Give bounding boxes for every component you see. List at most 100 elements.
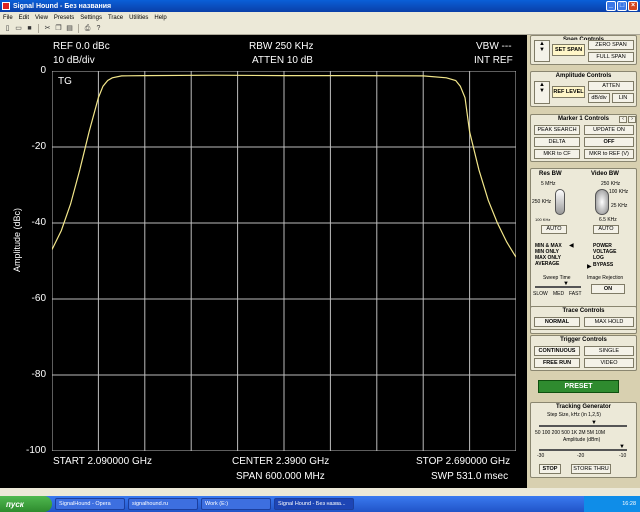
amplitude-controls-group: Amplitude Controls ▲ ▼ REF LEVEL ATTEN dB… bbox=[530, 71, 637, 107]
res-bw-knob[interactable] bbox=[555, 189, 565, 215]
atten-button[interactable]: ATTEN bbox=[588, 81, 634, 91]
marker-prev-button[interactable]: ‹ bbox=[619, 116, 627, 123]
start-button[interactable]: пуск bbox=[0, 496, 52, 512]
menu-presets[interactable]: Presets bbox=[54, 15, 74, 21]
menu-view[interactable]: View bbox=[35, 15, 48, 21]
trigger-free-run-button[interactable]: FREE RUN bbox=[534, 358, 580, 368]
y-axis-title: Amplitude (dBc) bbox=[12, 207, 22, 273]
copy-icon[interactable]: ❐ bbox=[54, 24, 63, 33]
help-icon[interactable]: ? bbox=[94, 24, 103, 33]
res-bw-auto-button[interactable]: AUTO bbox=[541, 225, 567, 234]
video-bw-knob[interactable] bbox=[595, 189, 609, 215]
vbw-readout: VBW --- bbox=[476, 41, 512, 52]
atten-readout: ATTEN 10 dB bbox=[252, 55, 313, 66]
detector-selected-arrow-icon: ◀ bbox=[569, 243, 574, 249]
res-bw-title: Res BW bbox=[539, 171, 562, 177]
y-tick-label: -100 bbox=[25, 445, 46, 456]
mkr-to-ref-button[interactable]: MKR to REF (V) bbox=[584, 149, 634, 159]
taskbar: пуск SignalHound - Opera signalhound.ru … bbox=[0, 496, 640, 512]
full-span-button[interactable]: FULL SPAN bbox=[588, 52, 634, 62]
marker-controls-group: Marker 1 Controls ‹ › PEAK SEARCH UPDATE… bbox=[530, 114, 637, 162]
minimize-button[interactable]: _ bbox=[606, 1, 616, 11]
step-size-slider[interactable] bbox=[539, 425, 627, 427]
tg-amplitude-slider[interactable] bbox=[539, 449, 627, 451]
marker-off-button[interactable]: OFF bbox=[584, 137, 634, 147]
start-freq-readout: START 2.090000 GHz bbox=[53, 456, 152, 467]
tg-stop-button[interactable]: STOP bbox=[539, 464, 561, 474]
db-div-button[interactable]: dB/div bbox=[588, 93, 610, 103]
cut-icon[interactable]: ✂ bbox=[43, 24, 52, 33]
trigger-video-button[interactable]: VIDEO bbox=[584, 358, 634, 368]
y-tick-label: -60 bbox=[31, 293, 46, 304]
amplitude-arrow-buttons[interactable]: ▲ ▼ bbox=[534, 81, 550, 104]
maximize-button[interactable]: □ bbox=[617, 1, 627, 11]
y-tick-label: -80 bbox=[31, 369, 46, 380]
amp-tick-mid: -20 bbox=[577, 453, 585, 459]
menu-help[interactable]: Help bbox=[154, 15, 166, 21]
video-bw-top-label: 250 KHz bbox=[601, 181, 621, 187]
span-arrow-buttons[interactable]: ▲ ▼ bbox=[534, 40, 550, 62]
marker-next-button[interactable]: › bbox=[628, 116, 636, 123]
task-work-folder[interactable]: Work (E:) bbox=[201, 498, 271, 510]
window-buttons: _ □ × bbox=[606, 1, 638, 11]
tg-amplitude-thumb-icon[interactable]: ▼ bbox=[619, 444, 625, 450]
toolbar-separator bbox=[78, 24, 79, 33]
menu-utilities[interactable]: Utilities bbox=[129, 15, 148, 21]
store-thru-button[interactable]: STORE THRU bbox=[571, 464, 611, 474]
menu-trace[interactable]: Trace bbox=[108, 15, 123, 21]
save-icon[interactable]: ■ bbox=[25, 24, 34, 33]
zero-span-button[interactable]: ZERO SPAN bbox=[588, 40, 634, 50]
spectrum-display: REF 0.0 dBc 10 dB/div RBW 250 KHz ATTEN … bbox=[0, 35, 527, 488]
menu-edit[interactable]: Edit bbox=[19, 15, 29, 21]
task-signal-hound[interactable]: Signal Hound - Без назва... bbox=[274, 498, 354, 510]
ref-source-readout: INT REF bbox=[474, 55, 513, 66]
sweep-time-thumb-icon[interactable]: ▼ bbox=[563, 281, 569, 287]
video-bw-mid2-label: 25 KHz bbox=[611, 203, 628, 209]
delta-button[interactable]: DELTA bbox=[534, 137, 580, 147]
stop-freq-readout: STOP 2.690000 GHz bbox=[416, 456, 511, 467]
trigger-controls-group: Trigger Controls CONTINUOUS SINGLE FREE … bbox=[530, 335, 637, 371]
system-tray: 16:28 bbox=[584, 496, 640, 512]
lin-button[interactable]: LIN bbox=[612, 93, 634, 103]
rbw-readout: RBW 250 KHz bbox=[249, 41, 314, 52]
ref-level-button[interactable]: REF LEVEL bbox=[552, 86, 585, 98]
task-signalhound-ru[interactable]: signalhound.ru bbox=[128, 498, 198, 510]
sweep-time-slider[interactable] bbox=[535, 286, 581, 288]
span-controls-group: Span Controls ▲ ▼ SET SPAN ZERO SPAN FULL… bbox=[530, 35, 637, 65]
open-folder-icon[interactable]: ▭ bbox=[14, 24, 23, 33]
image-rejection-on-button[interactable]: ON bbox=[591, 284, 625, 294]
close-button[interactable]: × bbox=[628, 1, 638, 11]
sweep-slow-label: SLOW bbox=[533, 291, 548, 297]
detector-average[interactable]: AVERAGE bbox=[535, 261, 559, 267]
menu-file[interactable]: File bbox=[3, 15, 13, 21]
preset-button[interactable]: PRESET bbox=[538, 380, 619, 393]
tracking-generator-title: Tracking Generator bbox=[555, 404, 612, 410]
step-size-thumb-icon[interactable]: ▼ bbox=[591, 420, 597, 426]
trigger-continuous-button[interactable]: CONTINUOUS bbox=[534, 346, 580, 356]
status-bar bbox=[0, 488, 640, 496]
video-mode-log[interactable]: LOG bbox=[593, 255, 604, 261]
menu-bar: File Edit View Presets Settings Trace Ut… bbox=[0, 12, 640, 23]
menu-settings[interactable]: Settings bbox=[80, 15, 102, 21]
trigger-single-button[interactable]: SINGLE bbox=[584, 346, 634, 356]
tracking-generator-group: Tracking Generator Step Size, kHz (in 1,… bbox=[530, 402, 637, 478]
mkr-to-cf-button[interactable]: MKR to CF bbox=[534, 149, 580, 159]
update-on-button[interactable]: UPDATE ON bbox=[584, 125, 634, 135]
sweep-time-readout: SWP 531.0 msec bbox=[431, 471, 509, 482]
video-bw-mid1-label: 100 KHz bbox=[609, 189, 629, 195]
set-span-button[interactable]: SET SPAN bbox=[552, 44, 585, 56]
spectrum-plot[interactable]: TG bbox=[52, 71, 516, 451]
video-bw-title: Video BW bbox=[591, 171, 619, 177]
trace-max-hold-button[interactable]: MAX HOLD bbox=[584, 317, 634, 327]
peak-search-button[interactable]: PEAK SEARCH bbox=[534, 125, 580, 135]
video-mode-bypass[interactable]: BYPASS bbox=[593, 262, 613, 268]
trace-normal-button[interactable]: NORMAL bbox=[534, 317, 580, 327]
new-file-icon[interactable]: ▯ bbox=[3, 24, 12, 33]
task-opera[interactable]: SignalHound - Opera bbox=[55, 498, 125, 510]
sweep-fast-label: FAST bbox=[569, 291, 582, 297]
res-bw-top-label: 5 MHz bbox=[541, 181, 556, 187]
clock: 16:28 bbox=[622, 501, 636, 507]
paste-icon[interactable]: ▤ bbox=[65, 24, 74, 33]
video-bw-auto-button[interactable]: AUTO bbox=[593, 225, 619, 234]
print-icon[interactable]: ⎙ bbox=[83, 24, 92, 33]
